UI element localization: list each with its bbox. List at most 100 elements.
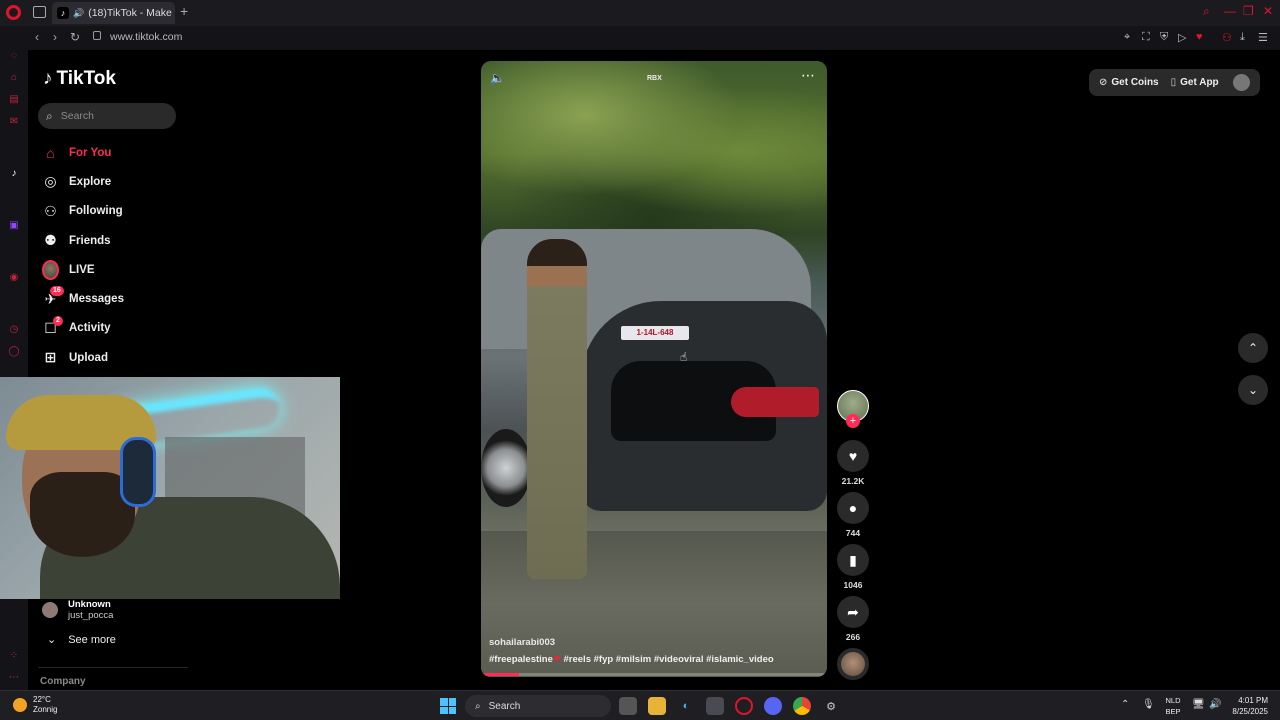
webcam-overlay [0, 377, 340, 599]
player-icon[interactable]: ▷ [1178, 31, 1186, 44]
pin-icon[interactable]: ⌖ [1124, 31, 1130, 44]
more-sidebar-icon[interactable]: ⋯ [8, 672, 20, 684]
video-player[interactable]: 1-14L-648 ☝ 🔈 RBX ⋯ sohailarabi003 #free… [481, 61, 827, 677]
back-icon[interactable]: ‹ [35, 30, 39, 44]
search-box[interactable]: ⌕ [38, 103, 176, 129]
opera-gx-taskbar-icon[interactable] [735, 697, 753, 715]
sidebar-item-friends[interactable]: ⚉ Friends [42, 226, 222, 255]
new-tab-button[interactable]: + [180, 3, 188, 19]
chat-icon[interactable]: ◯ [8, 346, 20, 358]
volume-icon[interactable]: 🔈 [490, 71, 505, 85]
chevron-down-icon: ⌄ [47, 634, 57, 646]
sidebar-item-messages[interactable]: ✈ 16 Messages [42, 284, 222, 313]
sidebar-item-label: For You [69, 146, 112, 159]
url-field[interactable]: www.tiktok.com [110, 31, 182, 43]
microphone-icon[interactable]: 🎙 [1142, 699, 1155, 710]
volume-tray-icon[interactable]: 🔊 [1209, 699, 1221, 710]
discord-icon[interactable] [764, 697, 782, 715]
network-icon[interactable]: 🖥 [1192, 699, 1205, 710]
video-license-plate: 1-14L-648 [621, 326, 689, 340]
gmail-icon[interactable]: ✉ [8, 116, 20, 128]
like-button[interactable]: ♥ [837, 440, 869, 472]
video-watermark: RBX [647, 75, 662, 82]
tab-audio-icon[interactable]: 🔊 [73, 8, 84, 19]
close-window-button[interactable]: ✕ [1263, 4, 1273, 18]
file-explorer-icon[interactable] [648, 697, 666, 715]
get-coins-button[interactable]: Get Coins [1111, 77, 1158, 88]
share-button[interactable]: ➦ [837, 596, 869, 628]
store-icon[interactable] [706, 697, 724, 715]
webcam-headset [120, 437, 156, 507]
menu-icon[interactable]: ☰ [1258, 31, 1268, 44]
weather-widget[interactable]: 22°C Zonnig [13, 695, 57, 715]
sidebar-item-label: Explore [69, 175, 112, 188]
player-sidebar-icon[interactable]: ◉ [8, 272, 20, 284]
suggested-account[interactable]: Unknown just_pocca [42, 599, 113, 621]
minimize-button[interactable]: — [1224, 4, 1236, 18]
sidebar-item-live[interactable]: LIVE [42, 255, 222, 284]
messenger-icon[interactable]: ▤ [8, 94, 20, 106]
history-icon[interactable]: ◷ [8, 324, 20, 336]
search-input[interactable] [60, 110, 161, 122]
sidebar-menu: ⌂ For You ◎ Explore ⚇ Following ⚉ Friend… [42, 138, 222, 372]
see-more-button[interactable]: ⌄ See more [47, 633, 116, 647]
share-count: 266 [845, 632, 861, 642]
video-person [527, 239, 587, 579]
sidebar-item-explore[interactable]: ◎ Explore [42, 167, 222, 196]
account-icon[interactable]: ⚇ [1222, 31, 1232, 44]
bookmark-icon: ▮ [849, 551, 857, 568]
comment-button[interactable]: ● [837, 492, 869, 524]
profile-avatar[interactable] [1233, 74, 1250, 91]
save-button[interactable]: ▮ [837, 544, 869, 576]
company-heading[interactable]: Company [40, 676, 86, 687]
shield-icon[interactable]: ⛨ [1160, 31, 1168, 44]
windows-start-icon[interactable] [440, 698, 456, 714]
forward-icon[interactable]: › [53, 30, 57, 44]
sidebar-divider [38, 667, 188, 668]
video-author[interactable]: sohailarabi003 [489, 637, 555, 648]
shopping-icon[interactable]: ⌂ [8, 72, 20, 84]
get-app-button[interactable]: Get App [1180, 77, 1219, 88]
keyboard-layout: BEP [1165, 707, 1181, 716]
progress-fill [481, 673, 520, 676]
edge-icon[interactable]: ◐ [677, 697, 695, 715]
next-video-button[interactable]: ⌄ [1238, 375, 1268, 405]
sidebar-item-following[interactable]: ⚇ Following [42, 197, 222, 226]
tray-chevron-icon[interactable]: ⌃ [1121, 699, 1129, 710]
sidebar-item-activity[interactable]: ☐ 2 Activity [42, 314, 222, 343]
suggested-handle: just_pocca [68, 610, 114, 621]
home-icon: ⌂ [46, 144, 55, 161]
twitch-icon[interactable]: ▣ [8, 220, 20, 232]
language-indicator[interactable]: NLD BEP [1163, 695, 1183, 717]
sidebar-item-for-you[interactable]: ⌂ For You [42, 138, 222, 167]
gx-icon[interactable]: ⁘ [8, 650, 20, 662]
progress-track[interactable] [481, 673, 827, 676]
search-tabs-icon[interactable]: ⌕ [1203, 4, 1210, 19]
browser-tab-tiktok[interactable]: ♪ 🔊 (18)TikTok - Make You [52, 2, 175, 24]
taskbar-search[interactable]: ⌕ Search [465, 695, 611, 717]
reload-icon[interactable]: ↻ [70, 30, 80, 44]
follow-plus-icon[interactable]: + [846, 414, 860, 428]
opera-logo-icon[interactable] [6, 5, 21, 20]
tiktok-logo[interactable]: ♪ TikTok [43, 68, 116, 90]
tiktok-sidebar-icon[interactable]: ♪ [8, 168, 20, 180]
top-right-actions: ⊘ Get Coins ▯ Get App [1089, 69, 1260, 96]
logo-text: TikTok [56, 68, 116, 89]
previous-video-button[interactable]: ⌃ [1238, 333, 1268, 363]
chrome-icon[interactable] [793, 697, 811, 715]
caption-tag-freepalestine[interactable]: #freepalestine [489, 654, 553, 665]
tab-islands-icon[interactable] [33, 6, 46, 18]
restore-button[interactable]: ❐ [1243, 4, 1254, 18]
more-options-icon[interactable]: ⋯ [801, 67, 816, 84]
caption-tags[interactable]: #reels #fyp #milsim #videoviral #islamic… [561, 654, 774, 665]
task-view-icon[interactable] [619, 697, 637, 715]
app-icon[interactable]: ⚙ [822, 697, 840, 715]
sidebar-item-upload[interactable]: ⊞ Upload [42, 343, 222, 372]
heart-icon[interactable]: ♥ [1196, 31, 1203, 43]
aria-icon[interactable]: ◌ [8, 50, 20, 62]
system-clock[interactable]: 4:01 PM 8/25/2025 [1228, 695, 1268, 717]
live-avatar [42, 259, 59, 280]
snapshot-icon[interactable]: ⛶ [1142, 31, 1150, 44]
music-disc[interactable] [837, 648, 869, 680]
download-icon[interactable]: ⤓ [1240, 31, 1245, 44]
